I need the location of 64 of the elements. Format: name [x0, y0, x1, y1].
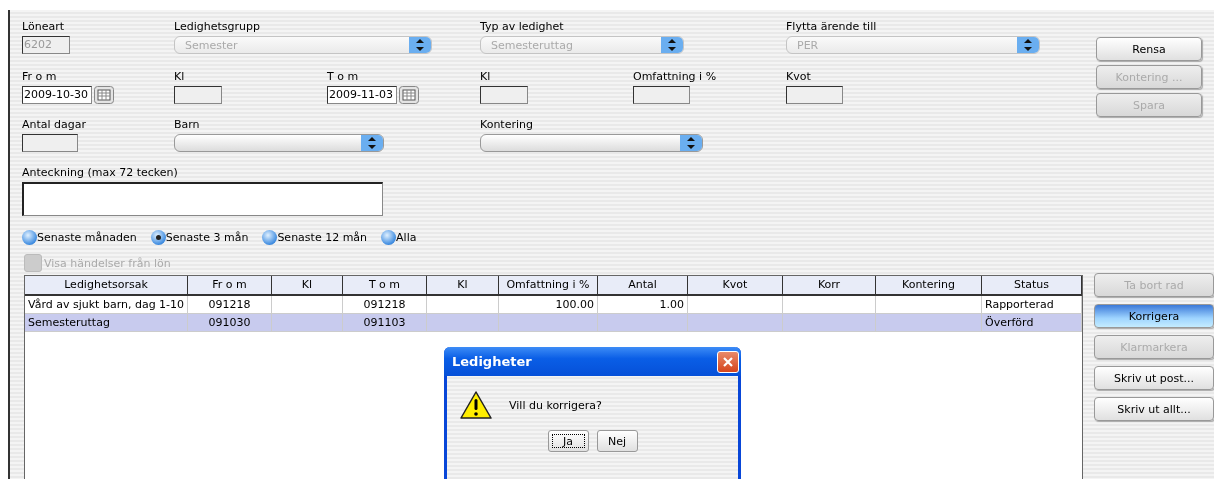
field-label: Barn [174, 118, 201, 131]
column-header[interactable]: Kl [427, 276, 499, 296]
column-header[interactable]: Kontering [876, 276, 982, 296]
stepper-icon [361, 135, 383, 151]
field-label: Flytta ärende till [786, 20, 878, 33]
column-header[interactable]: Antal [598, 276, 688, 296]
field-label: Anteckning (max 72 tecken) [22, 166, 179, 179]
date-field[interactable]: 2009-10-30 [22, 86, 92, 104]
stepper-icon [1017, 37, 1039, 53]
column-header[interactable]: Kvot [688, 276, 783, 296]
column-header[interactable]: Korr [783, 276, 876, 296]
action-button[interactable]: Korrigera [1094, 304, 1214, 328]
dropdown[interactable] [174, 134, 384, 152]
field-label: Antal dagar [22, 118, 88, 131]
stepper-icon [409, 37, 431, 53]
radio-button[interactable] [381, 229, 397, 245]
table-cell: Semesteruttag [25, 314, 188, 332]
dialog-title: Ledigheter [452, 354, 532, 369]
field-label: Ledighetsgrupp [174, 20, 261, 33]
date-field[interactable]: 2009-11-03 [327, 86, 397, 104]
radio-button[interactable] [150, 229, 166, 245]
close-icon [722, 355, 734, 368]
field-label: Kl [480, 70, 492, 83]
field-label: Omfattning i % [633, 70, 718, 83]
warning-icon [459, 390, 493, 420]
field-label: Kl [174, 70, 186, 83]
close-button[interactable] [717, 350, 739, 373]
table-cell: Överförd [982, 314, 1082, 332]
action-button[interactable]: Skriv ut allt... [1094, 397, 1214, 421]
table-row[interactable]: Vård av sjukt barn, dag 1-10 091218 091218 100.00 1.00 Rapporterad [25, 296, 1082, 314]
radio-label[interactable]: Senaste månaden [37, 230, 137, 244]
radio-label[interactable]: Senaste 12 mån [277, 230, 368, 244]
field-label: Kvot [786, 70, 812, 83]
column-header[interactable]: Omfattning i % [499, 276, 598, 296]
radio-button[interactable] [22, 229, 37, 245]
table-cell [272, 314, 343, 332]
calendar-icon[interactable] [94, 86, 114, 104]
column-header[interactable]: Kl [272, 276, 343, 296]
field-label: Löneart [22, 20, 65, 33]
column-header[interactable]: T o m [343, 276, 427, 296]
dropdown[interactable] [480, 134, 703, 152]
action-button[interactable]: Rensa [1096, 37, 1202, 61]
field-label: Fr o m [22, 70, 58, 83]
action-button[interactable]: Skriv ut post... [1094, 366, 1214, 390]
note-field[interactable] [22, 182, 383, 216]
table-cell: 091030 [188, 314, 272, 332]
table-cell [427, 314, 499, 332]
column-header[interactable]: Fr o m [188, 276, 272, 296]
column-header[interactable]: Status [982, 276, 1082, 296]
column-header[interactable]: Ledighetsorsak [25, 276, 188, 296]
dialog-button[interactable]: Nej [596, 430, 638, 452]
field-label: Kontering [480, 118, 534, 131]
radio-button[interactable] [262, 229, 278, 245]
dialog-button[interactable]: Ja [547, 430, 589, 452]
radio-label[interactable]: Alla [396, 230, 417, 244]
radio-label[interactable]: Senaste 3 mån [165, 230, 249, 244]
field-label: Typ av ledighet [480, 20, 565, 33]
dialog-message: Vill du korrigera? [509, 398, 602, 412]
field-label: T o m [327, 70, 360, 83]
calendar-icon[interactable] [399, 86, 419, 104]
stepper-icon [680, 135, 702, 151]
table-row[interactable]: Semesteruttag 091030 091103 Överförd [25, 314, 1082, 332]
table-cell: 091103 [343, 314, 427, 332]
stepper-icon [661, 37, 683, 53]
